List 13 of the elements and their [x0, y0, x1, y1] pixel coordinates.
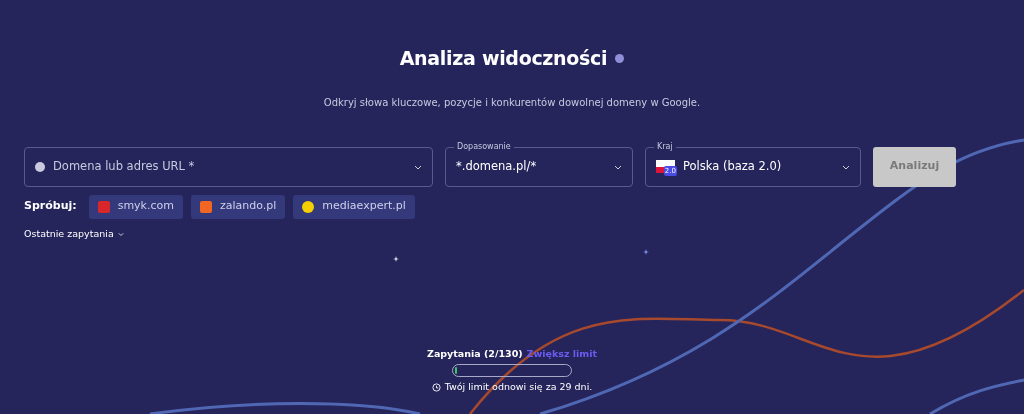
sparkle-icon: [393, 256, 399, 262]
page-title: Analiza widoczności: [399, 46, 608, 71]
site-chip[interactable]: mediaexpert.pl: [293, 194, 415, 219]
sparkle-icon: [643, 249, 649, 255]
recent-queries-toggle[interactable]: Ostatnie zapytania: [24, 226, 114, 241]
domain-field[interactable]: Domena lub adres URL *: [24, 146, 433, 187]
try-label: Spróbuj:: [24, 198, 77, 215]
subtitle: Odkryj słowa kluczowe, pozycje i konkurentów dowolnej domeny w Google.: [323, 96, 701, 108]
quota-label: Zapytania (2/130): [427, 346, 523, 361]
clock-icon: [431, 382, 441, 392]
site-chip[interactable]: zalando.pl: [191, 194, 286, 219]
renew-note: Twój limit odnowi się za 29 dni.: [444, 380, 593, 394]
site-chip[interactable]: smyk.com: [88, 194, 183, 219]
